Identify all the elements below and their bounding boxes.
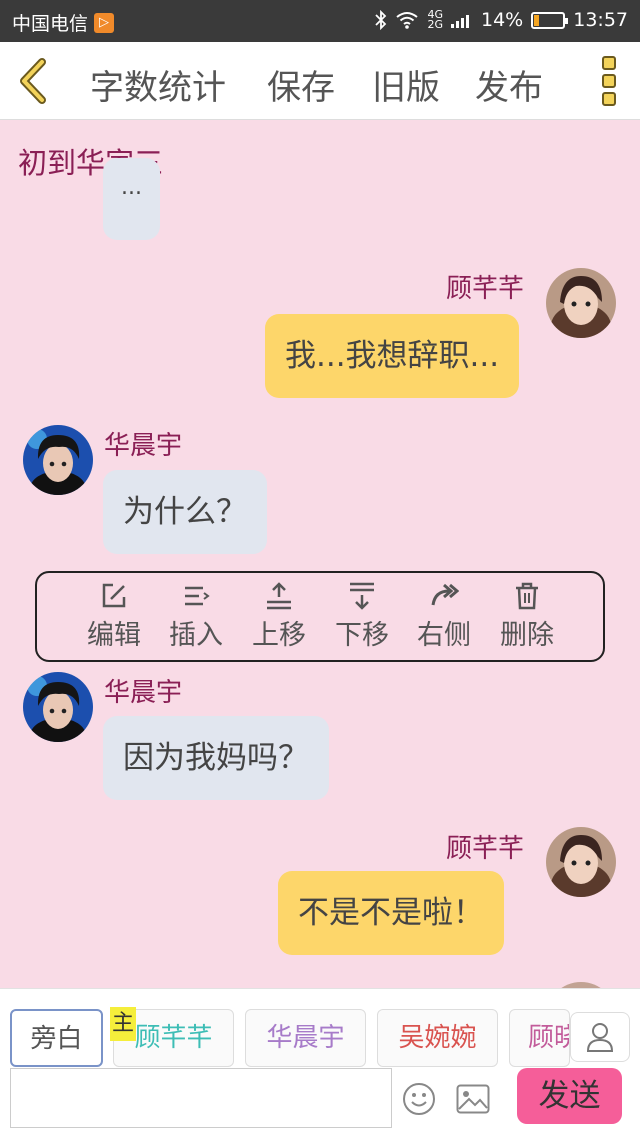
role-tab-wu-wanwan[interactable]: 吴婉婉	[377, 1009, 498, 1067]
character-manager-button[interactable]	[570, 1012, 630, 1062]
clock: 13:57	[573, 9, 628, 31]
battery-icon	[531, 11, 569, 29]
top-toolbar: 字数统计 保存 旧版 发布	[0, 42, 640, 120]
insert-icon	[185, 586, 210, 606]
speaker-name: 华晨宇	[104, 431, 183, 461]
avatar-hua-chenyu[interactable]	[23, 672, 93, 742]
save-button[interactable]: 保存	[267, 60, 335, 109]
role-tab-narrator[interactable]: 旁白	[10, 1009, 103, 1067]
image-icon[interactable]	[456, 1084, 490, 1114]
old-version-button[interactable]: 旧版	[372, 60, 440, 109]
signal-icon	[451, 15, 469, 28]
edit-icon	[102, 583, 126, 608]
insert-action[interactable]: 插入	[161, 581, 231, 652]
trash-icon	[516, 582, 538, 610]
chat-area[interactable]: 初到华家三 ... 顾芊芊 我...我想辞职... 华晨宇 为什么？ 编辑 插入…	[0, 120, 640, 988]
status-bar: 中国电信 ▷ 4G 2G 14% 13:57	[0, 0, 640, 42]
message-bubble[interactable]: 因为我妈吗？	[103, 716, 329, 800]
message-bubble[interactable]: ...	[103, 158, 160, 240]
back-arrow-icon[interactable]	[14, 58, 54, 104]
speaker-name: 顾芊芊	[446, 834, 525, 864]
carrier-app-icon: ▷	[94, 12, 115, 33]
avatar-hua-chenyu[interactable]	[23, 425, 93, 495]
edit-action[interactable]: 编辑	[79, 581, 149, 652]
move-up-icon	[267, 582, 291, 610]
message-bubble[interactable]: 为什么？	[103, 470, 267, 554]
forward-arrow-icon	[431, 583, 459, 606]
more-menu-icon[interactable]	[602, 56, 616, 106]
speaker-name: 顾芊芊	[446, 274, 525, 304]
move-up-action[interactable]: 上移	[244, 581, 314, 652]
publish-button[interactable]: 发布	[475, 60, 543, 109]
user-icon	[586, 1023, 614, 1052]
main-character-badge: 主	[110, 1007, 136, 1041]
bottom-input-panel: 旁白 主 顾芊芊 华晨宇 吴婉婉 顾晓 发送	[0, 988, 640, 1138]
message-context-menu: 编辑 插入 上移 下移 右侧 删除	[35, 571, 605, 662]
network-type-label: 4G 2G	[427, 8, 443, 31]
message-bubble[interactable]: 我...我想辞职...	[265, 314, 520, 398]
message-input[interactable]	[10, 1068, 392, 1128]
delete-action[interactable]: 删除	[492, 581, 562, 652]
speaker-name: 华晨宇	[104, 678, 183, 708]
wifi-icon	[396, 12, 419, 29]
word-count-button[interactable]: 字数统计	[90, 60, 226, 109]
right-side-action[interactable]: 右侧	[409, 581, 479, 652]
message-bubble[interactable]: 不是不是啦！	[278, 871, 504, 955]
battery-percent: 14%	[481, 9, 524, 31]
send-button[interactable]: 发送	[517, 1068, 622, 1124]
move-down-action[interactable]: 下移	[327, 581, 397, 652]
role-tab-gu-xiao[interactable]: 顾晓	[509, 1009, 570, 1067]
avatar-gu-qianqian[interactable]	[546, 268, 616, 338]
move-down-icon	[350, 582, 374, 610]
carrier-label: 中国电信	[12, 13, 89, 35]
bluetooth-icon	[375, 10, 387, 30]
role-tab-hua-chenyu[interactable]: 华晨宇	[245, 1009, 366, 1067]
avatar-gu-qianqian[interactable]	[546, 827, 616, 897]
emoji-icon[interactable]	[402, 1082, 436, 1116]
